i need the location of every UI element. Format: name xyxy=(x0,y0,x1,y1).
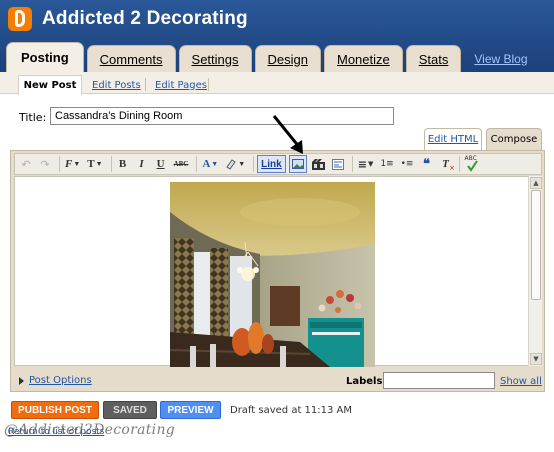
main-tabs: Posting Comments Settings Design Monetiz… xyxy=(6,40,538,72)
blog-title: Addicted 2 Decorating xyxy=(42,8,248,29)
subtab-edit-pages[interactable]: Edit Pages xyxy=(155,76,207,94)
bulleted-list-icon[interactable]: •≡ xyxy=(399,155,416,173)
preview-button[interactable]: PREVIEW xyxy=(160,401,221,419)
watermark-text: @Addicted2Decorating xyxy=(4,422,176,438)
toolbar-divider xyxy=(351,156,353,172)
align-icon[interactable]: ≡ ▼ xyxy=(356,155,376,173)
labels-label: Labels: xyxy=(346,376,387,387)
posting-subnav: New Post Edit Posts Edit Pages xyxy=(0,72,554,95)
compose-tab[interactable]: Compose xyxy=(486,128,542,150)
subnav-divider xyxy=(208,78,209,91)
underline-button[interactable]: U xyxy=(153,155,169,173)
remove-formatting-icon[interactable]: T × xyxy=(437,155,454,173)
publish-post-button[interactable]: PUBLISH POST xyxy=(11,401,99,419)
scroll-thumb[interactable] xyxy=(531,190,541,300)
scroll-up-icon[interactable]: ▲ xyxy=(530,177,542,189)
labels-input[interactable] xyxy=(383,372,495,389)
toolbar-divider xyxy=(110,156,112,172)
tab-stats[interactable]: Stats xyxy=(405,45,462,72)
post-title-input[interactable]: Cassandra's Dining Room xyxy=(50,107,394,125)
strikethrough-button[interactable]: ABC xyxy=(172,155,191,173)
highlight-color-icon[interactable]: ▼ xyxy=(223,155,247,173)
annotation-arrow-icon xyxy=(272,115,303,154)
title-label: Title: xyxy=(19,111,47,124)
scroll-down-icon[interactable]: ▼ xyxy=(530,353,542,365)
spellcheck-icon[interactable]: ABC xyxy=(463,155,481,173)
subtab-new-post[interactable]: New Post xyxy=(18,75,82,95)
subnav-divider xyxy=(145,78,146,91)
tab-posting[interactable]: Posting xyxy=(6,42,84,72)
editor-scrollbar[interactable]: ▲ ▼ xyxy=(528,176,542,366)
font-size-icon[interactable]: T ▼ xyxy=(85,155,104,173)
show-all-labels-link[interactable]: Show all xyxy=(500,376,542,387)
blogger-header: Addicted 2 Decorating Posting Comments S… xyxy=(0,0,554,72)
font-family-icon[interactable]: F ▼ xyxy=(63,155,82,173)
redo-icon[interactable]: ↷ xyxy=(37,155,53,173)
toolbar-divider xyxy=(59,156,60,172)
jump-break-icon[interactable] xyxy=(330,155,346,173)
text-color-icon[interactable]: A ▼ xyxy=(200,155,220,173)
blockquote-icon[interactable]: ❝ xyxy=(418,155,434,173)
add-video-icon[interactable] xyxy=(310,155,327,173)
blogger-logo-icon[interactable] xyxy=(8,7,32,31)
toolbar-divider xyxy=(196,156,198,172)
tab-design[interactable]: Design xyxy=(254,45,321,72)
dining-room-photo xyxy=(170,182,375,367)
italic-button[interactable]: I xyxy=(134,155,150,173)
tab-comments[interactable]: Comments xyxy=(86,45,176,72)
draft-status: Draft saved at 11:13 AM xyxy=(230,405,353,416)
toolbar-divider xyxy=(459,156,461,172)
expand-triangle-icon[interactable] xyxy=(19,377,24,385)
saved-button[interactable]: SAVED xyxy=(103,401,157,419)
undo-icon[interactable]: ↶ xyxy=(18,155,34,173)
post-options-link[interactable]: Post Options xyxy=(29,375,92,386)
tab-settings[interactable]: Settings xyxy=(178,45,252,72)
toolbar-divider xyxy=(253,156,255,172)
bold-button[interactable]: B xyxy=(115,155,131,173)
subtab-edit-posts[interactable]: Edit Posts xyxy=(92,76,141,94)
edit-html-tab[interactable]: Edit HTML xyxy=(424,128,482,150)
numbered-list-icon[interactable]: 1≡ xyxy=(378,155,395,173)
view-blog-link[interactable]: View Blog xyxy=(464,45,537,72)
tab-monetize[interactable]: Monetize xyxy=(323,45,403,72)
